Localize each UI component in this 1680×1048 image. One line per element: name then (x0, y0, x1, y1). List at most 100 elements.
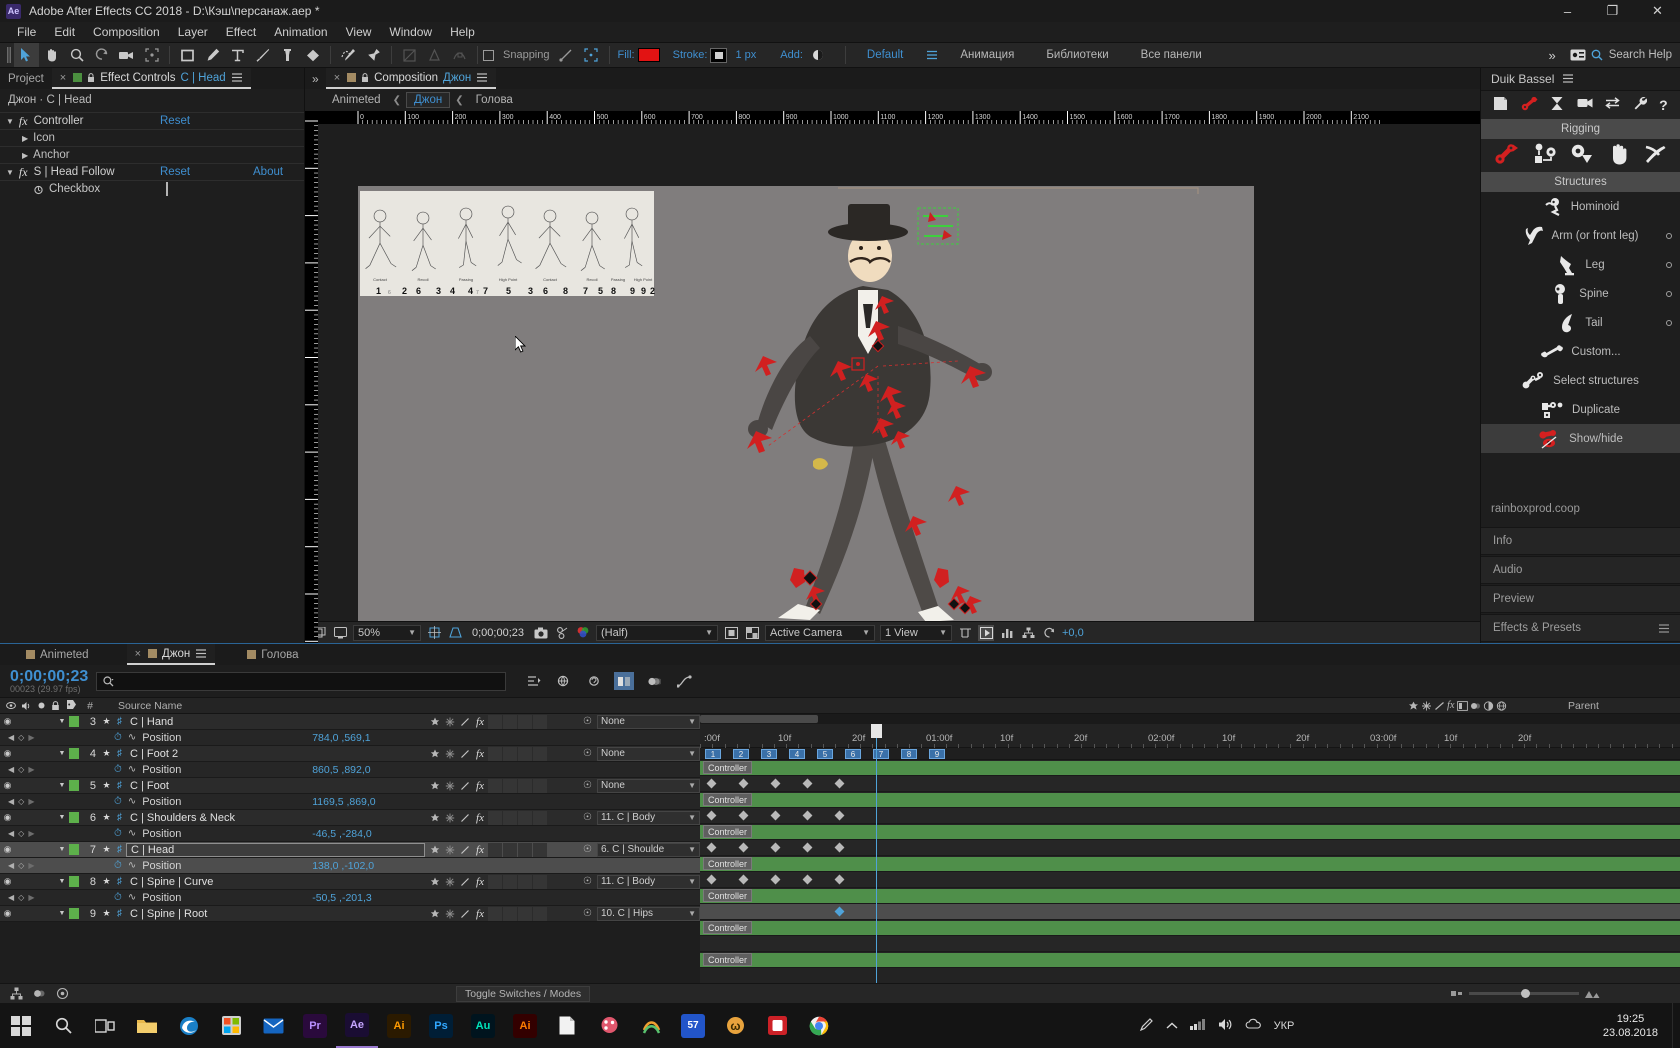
rigging-icon[interactable] (1521, 96, 1538, 114)
disclosure-triangle-icon[interactable]: ▶ (22, 134, 28, 143)
keyframe-marker[interactable] (802, 778, 813, 789)
parent-select[interactable]: 11. C | Body ▼ (596, 810, 700, 825)
illustrator-tile[interactable]: Ai (513, 1013, 537, 1038)
property-name[interactable]: Position (142, 828, 312, 840)
comp-flowchart-icon[interactable] (1020, 625, 1036, 641)
snapping-checkbox[interactable] (483, 49, 494, 61)
keyframe-marker[interactable] (834, 778, 845, 789)
timeline-tab-dzhon[interactable]: × Джон (126, 644, 216, 665)
switch-frame-blend[interactable] (488, 714, 502, 729)
keyframe-toggle-icon[interactable]: ◇ (18, 893, 24, 902)
menu-edit[interactable]: Edit (45, 23, 84, 41)
layer-label-color[interactable] (69, 780, 82, 791)
keyframe-toggle-icon[interactable]: ◇ (18, 861, 24, 870)
navigator-range[interactable] (700, 715, 818, 723)
timeline-playhead[interactable] (871, 724, 882, 983)
property-track[interactable] (700, 936, 1680, 952)
comp-marker[interactable]: 8 (901, 749, 917, 759)
illustrator-2-tile[interactable]: Ai (387, 1013, 411, 1038)
keyframe-navigator[interactable]: ◀ ◇ ▶ (0, 893, 52, 902)
pick-whip-icon[interactable]: ☉ (583, 876, 592, 887)
next-keyframe-icon[interactable]: ▶ (28, 797, 34, 806)
keyframe-marker[interactable] (770, 842, 781, 853)
switch-shy-icon[interactable] (428, 747, 442, 761)
parent-select[interactable]: 10. C | Hips ▼ (596, 906, 700, 921)
camera-icon[interactable] (1577, 97, 1593, 112)
pick-whip-icon[interactable]: ☉ (583, 812, 592, 823)
keyframe-marker[interactable] (834, 906, 845, 917)
folder-icon[interactable] (126, 1003, 168, 1048)
switch-quality-icon[interactable] (458, 875, 472, 889)
illustrator-2-icon[interactable]: Ai (378, 1003, 420, 1048)
stroke-width-value[interactable]: 1 px (732, 49, 759, 61)
switch-3d[interactable] (533, 778, 547, 793)
property-name[interactable]: Position (142, 796, 312, 808)
switch-3d[interactable] (533, 906, 547, 921)
menu-view[interactable]: View (337, 23, 381, 41)
new-document-icon[interactable] (1493, 96, 1508, 114)
property-checkbox-row[interactable]: Checkbox (0, 181, 304, 197)
comp-marker[interactable]: 2 (733, 749, 749, 759)
keyframe-marker[interactable] (770, 874, 781, 885)
workspace-settings-icon[interactable] (1566, 43, 1591, 67)
stopwatch-icon[interactable] (34, 184, 43, 195)
chrome-icon[interactable] (798, 1003, 840, 1048)
volume-icon[interactable] (1218, 1018, 1233, 1034)
timeline-search-field[interactable] (96, 671, 506, 691)
switch-shy-icon[interactable] (428, 811, 442, 825)
workspace-default[interactable]: Default (851, 49, 919, 61)
maximize-button[interactable]: ❐ (1590, 0, 1635, 22)
panel-menu-icon[interactable] (476, 73, 488, 82)
switch-frame-blend[interactable] (488, 746, 502, 761)
switch-collapse-icon[interactable] (443, 843, 457, 857)
layer-parent-cell[interactable]: ☉ None ▼ (580, 746, 700, 761)
fast-previews-icon[interactable] (978, 624, 994, 641)
hide-shy-layers-icon[interactable] (584, 672, 604, 690)
panel-menu-icon[interactable] (1562, 74, 1574, 83)
switch-effects-icon[interactable]: fx (473, 779, 487, 793)
lock-icon[interactable] (361, 72, 369, 83)
menu-window[interactable]: Window (380, 23, 441, 41)
breadcrumb-golova[interactable]: Голова (469, 93, 520, 107)
flow-app-icon[interactable] (630, 1003, 672, 1048)
property-value[interactable]: 1169,5 ,869,0 (312, 796, 375, 808)
keyframe-marker[interactable] (706, 778, 717, 789)
comp-marker[interactable]: 5 (817, 749, 833, 759)
timeline-track-area[interactable]: :00f 10f 20f 01:00f 10f 20f 02:00f 10f 20f 03:00f… (700, 714, 1680, 983)
keyframe-toggle-icon[interactable]: ◇ (18, 765, 24, 774)
search-help-box[interactable]: Search Help (1591, 49, 1680, 61)
list-item[interactable]: ◀ ◇ ▶ ⏱ ∿ Position -50,5 ,-201,3 (0, 890, 700, 906)
property-value[interactable]: -50,5 ,-201,3 (312, 892, 372, 904)
switch-collapse-icon[interactable] (443, 747, 457, 761)
zoom-slider-handle[interactable] (1521, 989, 1530, 998)
layer-track[interactable]: Controller (700, 824, 1680, 840)
layer-visibility-icon[interactable]: ◉ (0, 716, 15, 727)
parent-select[interactable]: 11. C | Body ▼ (596, 874, 700, 889)
parent-select[interactable]: None ▼ (596, 746, 700, 761)
switch-adjustment[interactable] (518, 746, 532, 761)
switch-effects-icon[interactable]: fx (473, 907, 487, 921)
graph-editor-icon[interactable]: ∿ (122, 892, 142, 903)
keyframe-toggle-icon[interactable]: ◇ (18, 829, 24, 838)
switch-frame-blend[interactable] (488, 874, 502, 889)
controllers-hand-icon[interactable] (1608, 143, 1630, 168)
add-menu-icon[interactable] (806, 43, 831, 67)
duik-item-spine[interactable]: Spine (1481, 279, 1680, 308)
zoom-tool-icon[interactable] (64, 43, 89, 67)
edge-browser-icon[interactable] (168, 1003, 210, 1048)
comp-marker[interactable]: 9 (929, 749, 945, 759)
prev-keyframe-icon[interactable]: ◀ (8, 861, 14, 870)
snapping-toggle[interactable]: Snapping (483, 49, 554, 61)
layer-chip[interactable]: Controller (703, 953, 753, 966)
lock-icon[interactable] (87, 72, 95, 83)
switch-effects-icon[interactable]: fx (473, 747, 487, 761)
property-value[interactable]: 138,0 ,-102,0 (312, 860, 374, 872)
grid-guides-icon[interactable] (426, 625, 442, 641)
stopwatch-icon[interactable]: ⏱ (114, 828, 122, 839)
panel-expand-icon[interactable]: » (305, 72, 326, 86)
switch-motion-blur[interactable] (503, 778, 517, 793)
animation-icon[interactable] (1550, 96, 1564, 114)
layer-visibility-icon[interactable]: ◉ (0, 748, 15, 759)
keyframe-marker[interactable] (770, 810, 781, 821)
switch-motion-blur[interactable] (503, 810, 517, 825)
